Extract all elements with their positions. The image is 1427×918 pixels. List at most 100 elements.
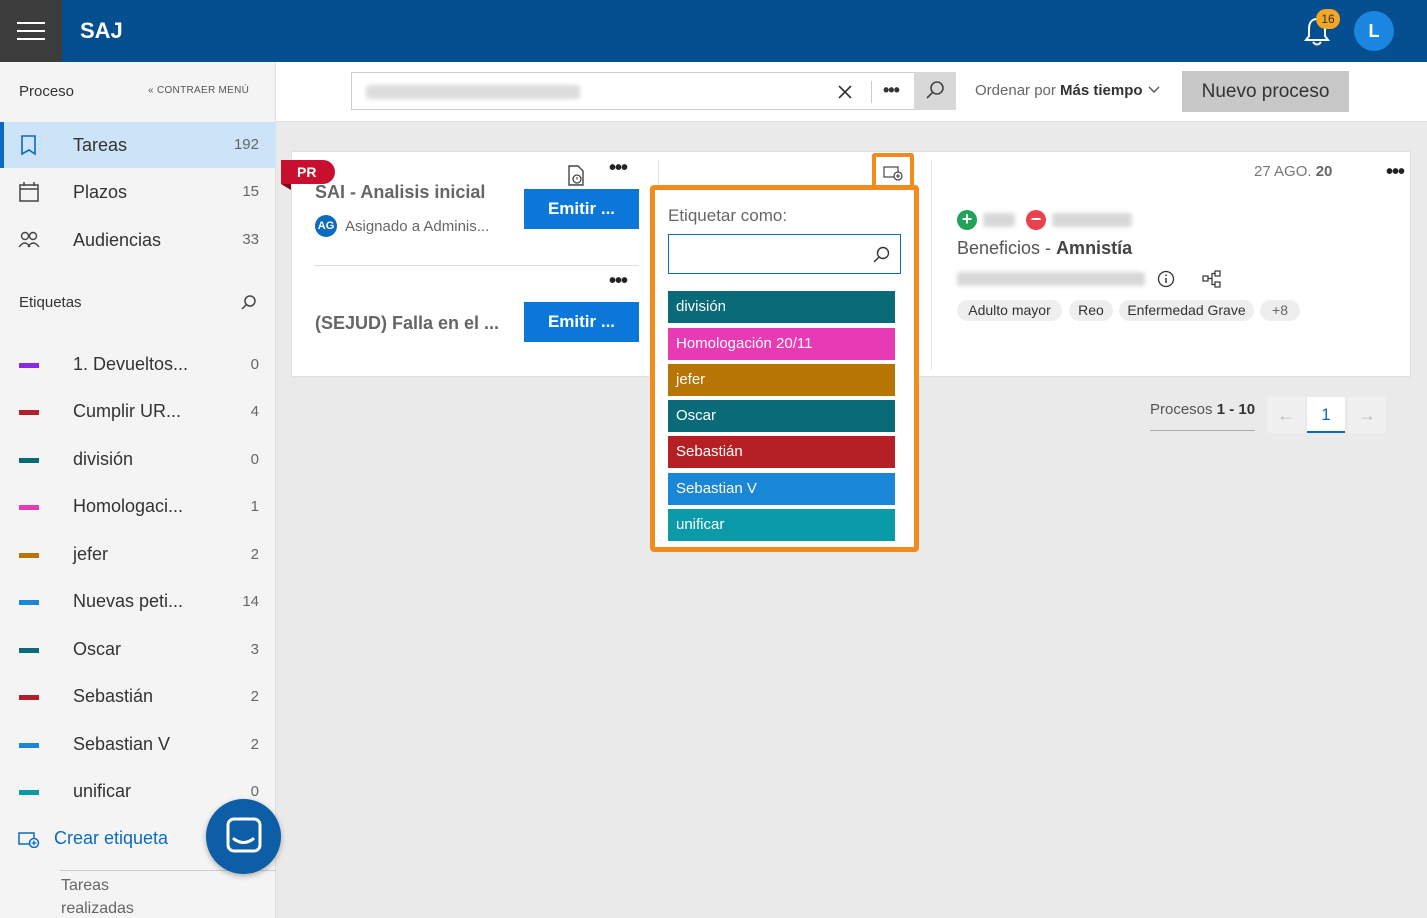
hamburger-menu-icon[interactable] <box>0 0 62 62</box>
sidebar-item-count: 15 <box>242 183 259 200</box>
process-subject: Beneficios - Amnistía <box>957 238 1132 259</box>
tag-chip[interactable]: Reo <box>1069 300 1113 321</box>
search-input[interactable]: ••• <box>351 72 956 110</box>
divider <box>1150 430 1255 431</box>
pagination-label: Procesos 1 - 10 <box>1150 401 1255 418</box>
sidebar: Proceso « CONTRAER MENÚ Tareas 192 Plazo… <box>0 62 276 918</box>
more-options-icon[interactable]: ••• <box>1386 161 1405 184</box>
label-option[interactable]: Sebastian V <box>668 473 895 505</box>
tag-label: división <box>73 449 134 469</box>
tag-color-swatch <box>19 743 39 748</box>
tag-color-swatch <box>19 458 39 463</box>
label-option[interactable]: Oscar <box>668 400 895 432</box>
chat-button[interactable] <box>206 799 281 874</box>
more-options-icon[interactable]: ••• <box>883 80 900 101</box>
more-tags-chip[interactable]: +8 <box>1260 300 1300 321</box>
tag-count: 2 <box>250 736 259 753</box>
chevron-down-icon <box>1148 86 1160 93</box>
create-tag-label: Crear etiqueta <box>54 828 169 848</box>
label-option[interactable]: jefer <box>668 364 895 396</box>
label-option[interactable]: Sebastián <box>668 436 895 468</box>
top-bar: SAJ 16 L <box>0 0 1427 62</box>
more-options-icon[interactable]: ••• <box>609 270 628 293</box>
document-clock-icon[interactable] <box>567 165 585 187</box>
sidebar-item-audiencias[interactable]: Audiencias 33 <box>0 217 276 263</box>
next-page-button[interactable]: → <box>1348 397 1386 433</box>
tag-label: Oscar <box>73 639 122 659</box>
search-button[interactable] <box>914 72 956 110</box>
sidebar-section-title: Proceso <box>19 83 75 100</box>
sidebar-tag-item[interactable]: Sebastian V 2 <box>0 725 276 765</box>
tag-count: 1 <box>250 498 259 515</box>
page-button-current[interactable]: 1 <box>1307 397 1345 433</box>
subject-value: Amnistía <box>1056 238 1133 258</box>
label-search-input[interactable] <box>668 234 901 274</box>
assigned-text: Asignado a Adminis... <box>345 217 490 235</box>
sidebar-tag-item[interactable]: jefer 2 <box>0 535 276 575</box>
sidebar-tag-item[interactable]: Cumplir UR... 4 <box>0 392 276 432</box>
add-tag-icon <box>883 166 903 181</box>
tag-chip[interactable]: Enfermedad Grave <box>1119 300 1254 321</box>
sidebar-tag-item[interactable]: 1. Devueltos... 0 <box>0 345 276 385</box>
pagination-range: 1 - 10 <box>1216 401 1256 418</box>
label-option[interactable]: Homologación 20/11 <box>668 328 895 360</box>
emit-button[interactable]: Emitir ... <box>524 302 639 342</box>
task-assignee: AG Asignado a Adminis... <box>315 215 489 237</box>
search-icon <box>926 81 944 99</box>
sidebar-item-tareas[interactable]: Tareas 192 <box>0 122 276 168</box>
collapse-menu-button[interactable]: « CONTRAER MENÚ <box>148 85 249 96</box>
popover-title: Etiquetar como: <box>668 206 788 225</box>
tag-color-swatch <box>19 600 39 605</box>
sort-value: Más tiempo <box>1060 82 1143 99</box>
sidebar-tag-item[interactable]: Oscar 3 <box>0 630 276 670</box>
sort-dropdown[interactable]: Ordenar por Más tiempo <box>975 82 1161 99</box>
tag-count: 2 <box>250 546 259 563</box>
tag-label: jefer <box>73 544 109 564</box>
sidebar-item-plazos[interactable]: Plazos 15 <box>0 169 276 215</box>
search-icon[interactable] <box>240 294 258 312</box>
sidebar-item-count: 33 <box>242 231 259 248</box>
tag-count: 0 <box>250 356 259 373</box>
sidebar-item-label: Audiencias <box>73 230 162 250</box>
label-option[interactable]: unificar <box>668 509 895 541</box>
task-title[interactable]: (SEJUD) Falla en el ... <box>315 313 499 334</box>
tag-color-swatch <box>19 695 39 700</box>
tag-count: 0 <box>250 783 259 800</box>
tag-label: Sebastián <box>73 686 154 706</box>
sort-prefix: Ordenar por <box>975 82 1056 99</box>
redacted-text <box>1052 213 1132 227</box>
tag-color-swatch <box>19 648 39 653</box>
sidebar-tag-item[interactable]: Nuevas peti... 14 <box>0 582 276 622</box>
create-tag-button[interactable]: Crear etiqueta <box>18 828 168 849</box>
tag-color-swatch <box>19 410 39 415</box>
hierarchy-icon[interactable] <box>1202 270 1222 288</box>
date-year: 20 <box>1315 163 1333 180</box>
process-date: 27 AGO. 20 <box>1254 163 1332 180</box>
label-button[interactable] <box>872 153 914 188</box>
avatar: AG <box>315 215 337 237</box>
previous-page-button[interactable]: ← <box>1267 397 1305 433</box>
close-icon[interactable] <box>836 83 854 101</box>
tag-count: 2 <box>250 688 259 705</box>
tag-color-swatch <box>19 505 39 510</box>
notification-badge: 16 <box>1316 9 1340 29</box>
chat-icon <box>226 817 262 853</box>
emit-button[interactable]: Emitir ... <box>524 189 639 229</box>
sidebar-tag-item[interactable]: división 0 <box>0 440 276 480</box>
user-avatar[interactable]: L <box>1354 11 1394 51</box>
sidebar-tag-item[interactable]: Sebastián 2 <box>0 677 276 717</box>
subject-prefix: Beneficios - <box>957 238 1052 258</box>
tag-chip[interactable]: Adulto mayor <box>957 300 1062 321</box>
sidebar-tag-item[interactable]: Homologaci... 1 <box>0 487 276 527</box>
label-option[interactable]: división <box>668 291 895 323</box>
tag-color-swatch <box>19 363 39 368</box>
done-tasks-link[interactable]: Tareas realizadas <box>61 874 181 918</box>
book-icon <box>21 135 36 156</box>
tags-section-title: Etiquetas <box>19 294 82 311</box>
divider <box>871 81 872 103</box>
process-type-flag: PR <box>281 160 335 190</box>
info-icon[interactable] <box>1157 270 1175 288</box>
more-options-icon[interactable]: ••• <box>609 157 628 180</box>
task-title[interactable]: SAI - Analisis inicial <box>315 182 485 203</box>
new-process-button[interactable]: Nuevo proceso <box>1182 71 1349 112</box>
